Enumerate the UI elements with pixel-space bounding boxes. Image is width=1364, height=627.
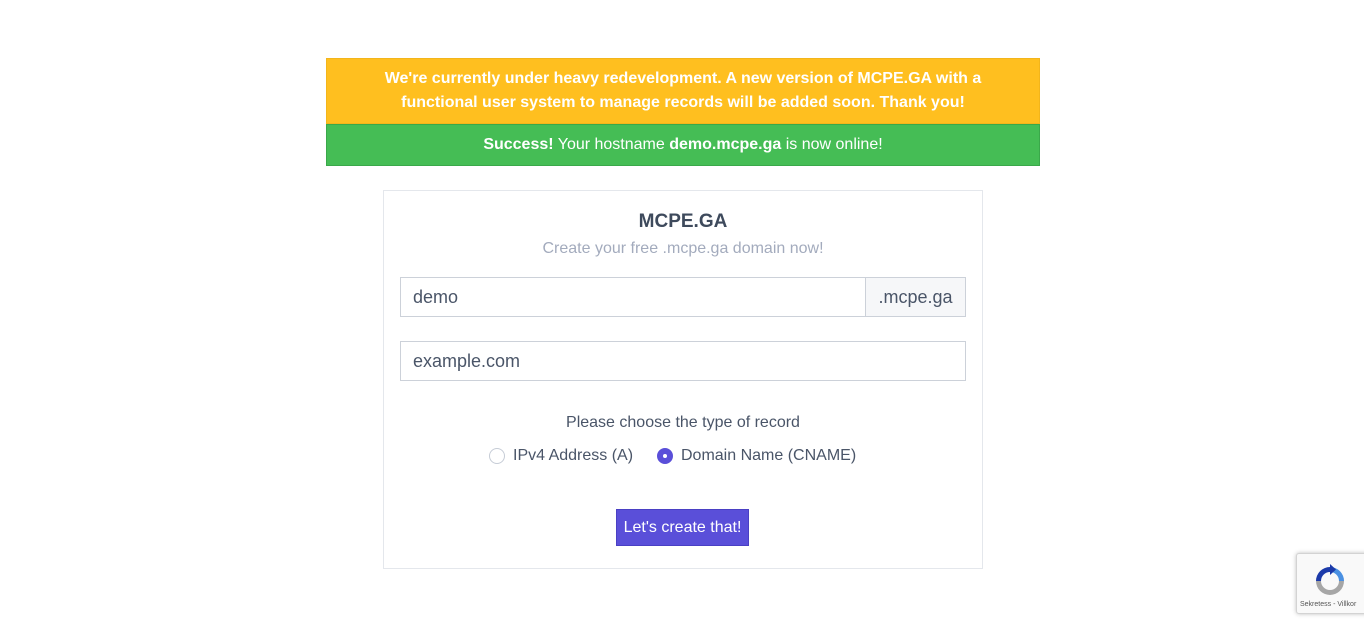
- success-text-after: is now online!: [785, 136, 883, 153]
- recaptcha-badge[interactable]: Sekretess - Villkor: [1296, 553, 1364, 614]
- record-type-a-label: IPv4 Address (A): [513, 447, 634, 464]
- record-type-label: Please choose the type of record: [566, 414, 800, 431]
- success-hostname: demo.mcpe.ga: [669, 136, 782, 153]
- domain-form-card: MCPE.GA Create your free .mcpe.ga domain…: [383, 190, 983, 569]
- success-text-before: Your hostname: [557, 136, 665, 153]
- record-type-cname-option[interactable]: Domain Name (CNAME): [657, 444, 856, 468]
- success-alert: Success! Your hostname demo.mcpe.ga is n…: [326, 124, 1040, 166]
- domain-suffix-addon: .mcpe.ga: [865, 277, 966, 317]
- record-type-cname-label: Domain Name (CNAME): [681, 447, 857, 464]
- recaptcha-footer-links[interactable]: Sekretess - Villkor: [1300, 601, 1356, 608]
- record-type-cname-radio[interactable]: [657, 448, 673, 464]
- create-record-button[interactable]: Let's create that!: [616, 509, 749, 546]
- redevelopment-notice-text: We're currently under heavy redevelopmen…: [384, 70, 982, 111]
- form-subtitle: Create your free .mcpe.ga domain now!: [542, 240, 824, 257]
- hostname-input-group: .mcpe.ga: [400, 277, 966, 317]
- redevelopment-notice: We're currently under heavy redevelopmen…: [326, 58, 1040, 124]
- record-type-a-option[interactable]: IPv4 Address (A): [489, 444, 633, 468]
- hostname-input[interactable]: [400, 277, 865, 317]
- recaptcha-icon: [1316, 564, 1344, 595]
- record-type-radio-group: IPv4 Address (A) Domain Name (CNAME): [384, 444, 982, 468]
- record-type-a-radio[interactable]: [489, 448, 505, 464]
- success-prefix: Success!: [483, 136, 554, 153]
- target-input[interactable]: [400, 341, 966, 381]
- form-title: MCPE.GA: [638, 211, 728, 232]
